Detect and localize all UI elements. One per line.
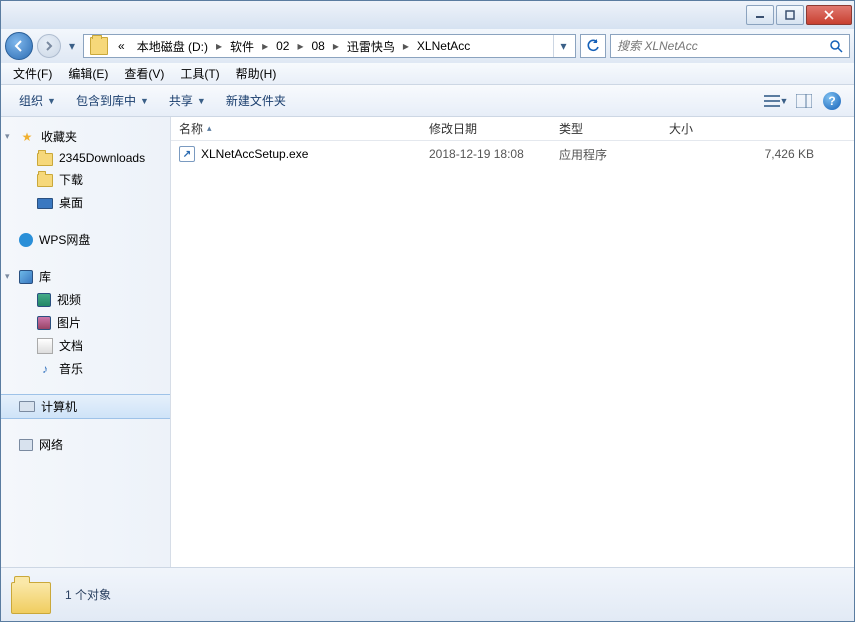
sidebar-item-documents[interactable]: 文档 (1, 334, 170, 357)
document-icon (37, 338, 53, 354)
column-type[interactable]: 类型 (551, 117, 661, 140)
chevron-down-icon: ▼ (47, 96, 56, 106)
close-button[interactable] (806, 5, 852, 25)
forward-button[interactable] (37, 34, 61, 58)
navigation-pane: ▾ ★ 收藏夹 2345Downloads 下载 桌面 WPS网盘 ▾ 库 (1, 117, 171, 567)
sidebar-item-pictures[interactable]: 图片 (1, 311, 170, 334)
details-pane: 1 个对象 (1, 567, 854, 621)
sidebar-wps[interactable]: WPS网盘 (1, 228, 170, 251)
menu-help[interactable]: 帮助(H) (228, 63, 285, 84)
breadcrumb-prefix: « (112, 35, 131, 57)
file-type: 应用程序 (551, 146, 661, 163)
sidebar-item-videos[interactable]: 视频 (1, 288, 170, 311)
titlebar (1, 1, 854, 29)
search-input[interactable] (617, 39, 829, 53)
breadcrumb-item[interactable]: XLNetAcc (411, 35, 476, 57)
sidebar-label: 计算机 (41, 398, 77, 415)
menu-file[interactable]: 文件(F) (5, 63, 60, 84)
column-date[interactable]: 修改日期 (421, 117, 551, 140)
video-icon (37, 293, 51, 307)
nav-history-dropdown[interactable]: ▾ (65, 36, 79, 56)
view-mode-button[interactable]: ▼ (762, 89, 790, 113)
sidebar-label: WPS网盘 (39, 231, 90, 248)
chevron-down-icon: ▼ (780, 96, 789, 106)
include-in-library-button[interactable]: 包含到库中 ▼ (66, 88, 159, 113)
breadcrumb-item[interactable]: 本地磁盘 (D:) (131, 35, 214, 57)
computer-icon (19, 401, 35, 412)
file-size: 7,426 KB (661, 147, 854, 161)
chevron-down-icon: ▾ (5, 131, 10, 142)
menu-bar: 文件(F) 编辑(E) 查看(V) 工具(T) 帮助(H) (1, 63, 854, 85)
column-name[interactable]: 名称▴ (171, 117, 421, 140)
music-icon: ♪ (37, 361, 53, 377)
help-button[interactable]: ? (818, 89, 846, 113)
sidebar-network[interactable]: 网络 (1, 433, 170, 456)
chevron-down-icon: ▾ (5, 271, 10, 282)
organize-button[interactable]: 组织 ▼ (9, 88, 66, 113)
folder-icon (37, 153, 53, 166)
status-text: 1 个对象 (65, 586, 111, 603)
search-box[interactable] (610, 34, 850, 58)
column-headers: 名称▴ 修改日期 类型 大小 (171, 117, 854, 141)
sidebar-item-desktop[interactable]: 桌面 (1, 191, 170, 214)
folder-icon (37, 174, 53, 187)
sidebar-item-2345downloads[interactable]: 2345Downloads (1, 148, 170, 168)
sidebar-label: 收藏夹 (41, 128, 77, 145)
navigation-bar: ▾ « 本地磁盘 (D:)▸ 软件▸ 02▸ 08▸ 迅雷快鸟▸ XLNetAc… (1, 29, 854, 63)
breadcrumb-item[interactable]: 软件 (224, 35, 260, 57)
network-icon (19, 439, 33, 451)
chevron-right-icon[interactable]: ▸ (214, 35, 224, 57)
menu-view[interactable]: 查看(V) (116, 63, 172, 84)
file-name: XLNetAccSetup.exe (201, 147, 308, 161)
new-folder-button[interactable]: 新建文件夹 (216, 88, 296, 113)
maximize-button[interactable] (776, 5, 804, 25)
library-icon (19, 270, 33, 284)
chevron-right-icon[interactable]: ▸ (331, 35, 341, 57)
explorer-window: ▾ « 本地磁盘 (D:)▸ 软件▸ 02▸ 08▸ 迅雷快鸟▸ XLNetAc… (0, 0, 855, 622)
sidebar-libraries[interactable]: ▾ 库 (1, 265, 170, 288)
chevron-right-icon[interactable]: ▸ (260, 35, 270, 57)
search-icon[interactable] (829, 39, 843, 53)
folder-icon (90, 37, 108, 55)
sidebar-item-downloads[interactable]: 下载 (1, 168, 170, 191)
menu-tools[interactable]: 工具(T) (172, 63, 227, 84)
chevron-right-icon[interactable]: ▸ (295, 35, 305, 57)
share-button[interactable]: 共享 ▼ (159, 88, 216, 113)
breadcrumb-item[interactable]: 08 (305, 35, 330, 57)
chevron-down-icon: ▼ (140, 96, 149, 106)
column-size[interactable]: 大小 (661, 117, 854, 140)
address-bar[interactable]: « 本地磁盘 (D:)▸ 软件▸ 02▸ 08▸ 迅雷快鸟▸ XLNetAcc … (83, 34, 576, 58)
folder-large-icon (11, 574, 53, 616)
file-row[interactable]: ↗ XLNetAccSetup.exe 2018-12-19 18:08 应用程… (171, 141, 854, 167)
sort-arrow-icon: ▴ (207, 123, 212, 134)
chevron-right-icon[interactable]: ▸ (401, 35, 411, 57)
breadcrumb-item[interactable]: 迅雷快鸟 (341, 35, 401, 57)
address-dropdown[interactable]: ▾ (553, 35, 573, 57)
refresh-button[interactable] (580, 34, 606, 58)
back-button[interactable] (5, 32, 33, 60)
desktop-icon (37, 198, 53, 209)
picture-icon (37, 316, 51, 330)
file-list-pane: 名称▴ 修改日期 类型 大小 ↗ XLNetAccSetup.exe 2018-… (171, 117, 854, 567)
cloud-icon (19, 233, 33, 247)
sidebar-item-music[interactable]: ♪音乐 (1, 357, 170, 380)
file-date: 2018-12-19 18:08 (421, 147, 551, 161)
minimize-button[interactable] (746, 5, 774, 25)
exe-icon: ↗ (179, 146, 195, 162)
preview-pane-button[interactable] (790, 89, 818, 113)
help-icon: ? (823, 92, 841, 110)
sidebar-computer[interactable]: 计算机 (1, 394, 170, 419)
sidebar-label: 库 (39, 268, 51, 285)
sidebar-label: 网络 (39, 436, 63, 453)
content-area: ▾ ★ 收藏夹 2345Downloads 下载 桌面 WPS网盘 ▾ 库 (1, 117, 854, 567)
star-icon: ★ (19, 129, 35, 145)
command-bar: 组织 ▼ 包含到库中 ▼ 共享 ▼ 新建文件夹 ▼ ? (1, 85, 854, 117)
chevron-down-icon: ▼ (197, 96, 206, 106)
menu-edit[interactable]: 编辑(E) (60, 63, 116, 84)
breadcrumb-item[interactable]: 02 (270, 35, 295, 57)
sidebar-favorites[interactable]: ▾ ★ 收藏夹 (1, 125, 170, 148)
